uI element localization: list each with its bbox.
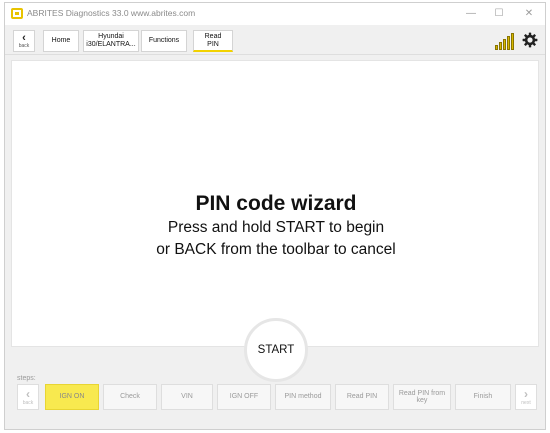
wizard-instruction-1: Press and hold START to begin — [167, 219, 385, 236]
title-bar: ABRITES Diagnostics 33.0 www.abrites.com… — [5, 3, 545, 25]
toolbar: ‹ back Home Hyundai i30/ELANTRA... Funct… — [5, 25, 545, 55]
step-ign-off: IGN OFF — [217, 384, 271, 410]
chevron-left-icon: ‹ — [22, 32, 26, 44]
steps-back-label: back — [22, 400, 34, 406]
gear-icon[interactable] — [522, 32, 538, 48]
minimize-button[interactable]: — — [461, 6, 481, 22]
step-read-pin-from-key: Read PIN from key — [393, 384, 451, 410]
step-finish: Finish — [455, 384, 511, 410]
window-title: ABRITES Diagnostics 33.0 www.abrites.com — [27, 8, 196, 18]
back-label: back — [18, 43, 30, 49]
back-button[interactable]: ‹ back — [13, 30, 35, 52]
step-pin-method: PIN method — [275, 384, 331, 410]
home-button[interactable]: Home — [43, 30, 79, 52]
maximize-button[interactable]: ☐ — [489, 6, 509, 22]
read-pin-button[interactable]: Read PIN — [193, 30, 233, 52]
app-logo-icon — [11, 8, 23, 19]
chevron-left-icon: ‹ — [26, 387, 30, 401]
signal-strength-icon — [495, 32, 517, 50]
step-check: Check — [103, 384, 157, 410]
steps-next-label: next — [521, 400, 531, 406]
close-button[interactable]: ✕ — [519, 6, 539, 22]
start-button[interactable]: START — [244, 318, 308, 382]
step-vin: VIN — [161, 384, 213, 410]
wizard-panel: PIN code wizard Press and hold START to … — [11, 60, 539, 347]
wizard-instruction-2: or BACK from the toolbar to cancel — [156, 241, 396, 258]
steps-bar: ‹ back IGN ON Check VIN IGN OFF PIN meth… — [17, 384, 537, 410]
chevron-right-icon: › — [524, 387, 528, 401]
vehicle-button[interactable]: Hyundai i30/ELANTRA... — [83, 30, 139, 52]
steps-back-button[interactable]: ‹ back — [17, 384, 39, 410]
step-ign-on: IGN ON — [45, 384, 99, 410]
steps-next-button[interactable]: › next — [515, 384, 537, 410]
app-window: ABRITES Diagnostics 33.0 www.abrites.com… — [4, 2, 546, 430]
steps-label: steps: — [17, 375, 36, 382]
functions-button[interactable]: Functions — [141, 30, 187, 52]
step-read-pin: Read PIN — [335, 384, 389, 410]
wizard-title: PIN code wizard — [195, 192, 357, 215]
